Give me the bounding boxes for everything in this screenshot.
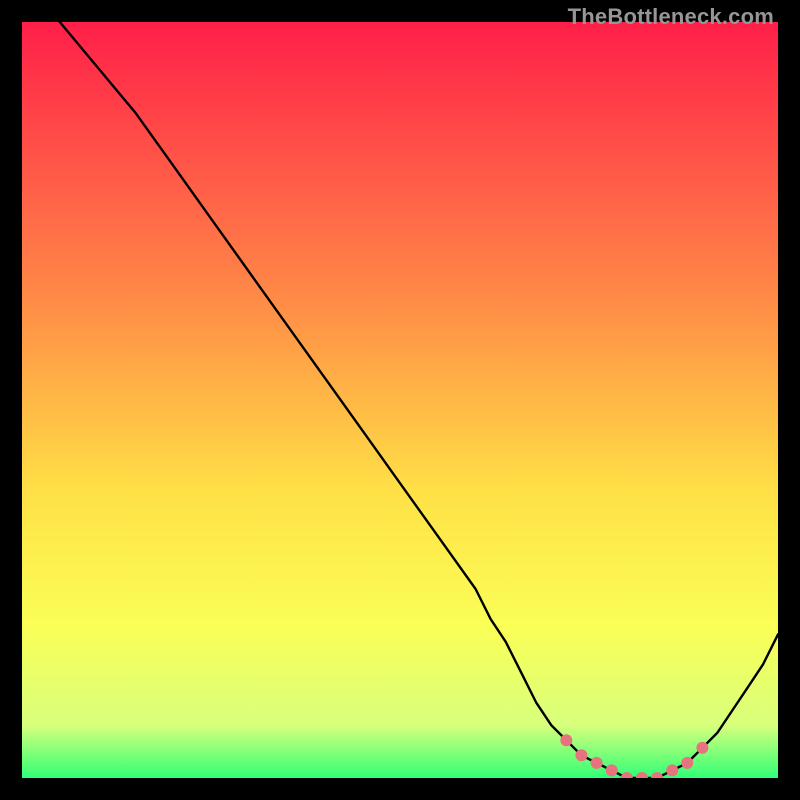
sweet-spot-point [696,742,708,754]
sweet-spot-point [666,764,678,776]
chart-svg [22,22,778,778]
sweet-spot-point [560,734,572,746]
chart-frame [22,22,778,778]
sweet-spot-point [606,764,618,776]
sweet-spot-point [681,757,693,769]
sweet-spot-point [575,749,587,761]
watermark-text: TheBottleneck.com [568,4,774,30]
sweet-spot-point [591,757,603,769]
gradient-background [22,22,778,778]
